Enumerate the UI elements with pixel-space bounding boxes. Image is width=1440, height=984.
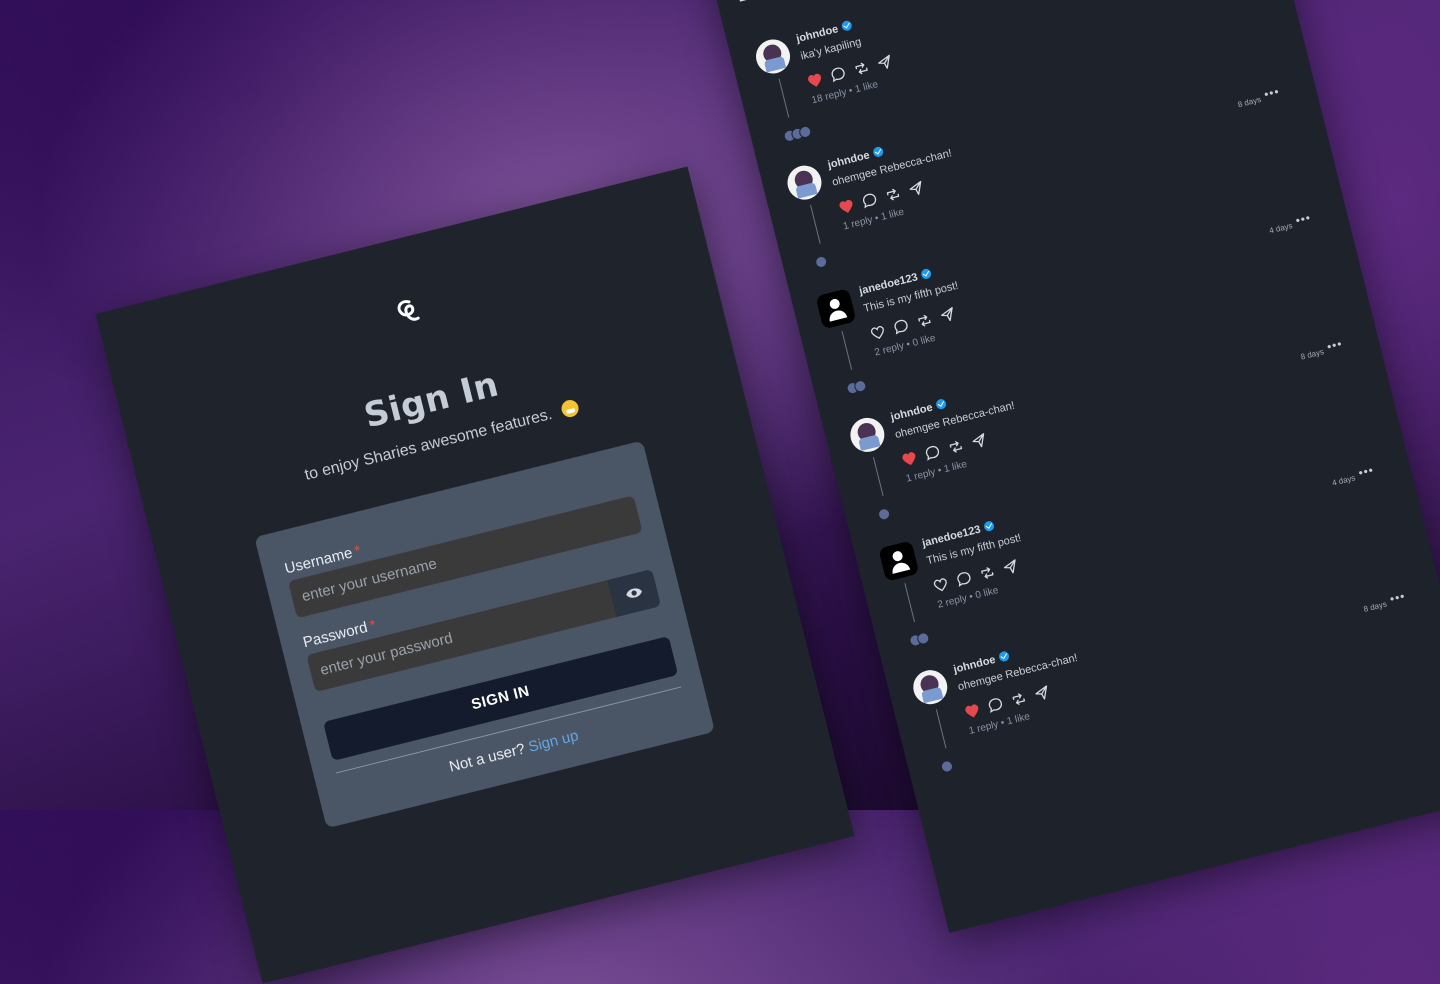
share-send-icon[interactable] bbox=[1032, 684, 1051, 703]
share-send-icon[interactable] bbox=[969, 431, 988, 450]
like-count[interactable]: 0 like bbox=[911, 333, 936, 349]
reply-count[interactable]: 2 reply bbox=[873, 341, 905, 359]
post-timestamp: 8 days bbox=[1299, 347, 1325, 362]
comment-icon[interactable] bbox=[986, 695, 1005, 714]
post-timestamp: 4 days bbox=[1331, 473, 1357, 488]
thread-line bbox=[810, 204, 821, 244]
like-count[interactable]: 1 like bbox=[880, 207, 905, 223]
signin-card: Sign In to enjoy Sharies awesome feature… bbox=[95, 166, 855, 984]
meta-separator: • bbox=[847, 85, 854, 97]
avatar[interactable] bbox=[846, 414, 888, 456]
like-heart-icon[interactable] bbox=[931, 575, 950, 594]
avatar[interactable] bbox=[815, 288, 857, 330]
like-heart-icon[interactable] bbox=[837, 196, 856, 215]
like-heart-icon[interactable] bbox=[963, 701, 982, 720]
thread-line bbox=[872, 456, 884, 497]
more-options-icon[interactable]: ••• bbox=[1263, 84, 1282, 101]
like-count[interactable]: 0 like bbox=[974, 585, 999, 601]
reply-count[interactable]: 2 reply bbox=[936, 593, 968, 611]
reply-avatar bbox=[813, 254, 829, 270]
thread-line bbox=[778, 78, 790, 118]
post-timestamp: 8 days bbox=[1362, 599, 1388, 614]
meta-separator: • bbox=[873, 212, 880, 225]
reply-count[interactable]: 1 reply bbox=[842, 214, 874, 232]
home-icon[interactable] bbox=[733, 0, 760, 4]
verified-badge-icon bbox=[871, 145, 885, 158]
signin-form: Username* enter your username Password* … bbox=[254, 440, 716, 829]
verified-badge-icon bbox=[934, 398, 947, 411]
more-options-icon[interactable]: ••• bbox=[1325, 336, 1344, 353]
like-count[interactable]: 1 like bbox=[943, 459, 968, 475]
comment-icon[interactable] bbox=[829, 65, 848, 84]
reply-avatar bbox=[939, 759, 955, 774]
comment-icon[interactable] bbox=[923, 443, 942, 462]
more-options-icon[interactable]: ••• bbox=[1388, 589, 1407, 606]
verified-badge-icon bbox=[920, 267, 933, 280]
show-password-eye-icon[interactable] bbox=[607, 569, 662, 618]
grin-emoji-icon bbox=[559, 398, 581, 419]
more-options-icon[interactable]: ••• bbox=[1294, 210, 1313, 227]
verified-badge-icon bbox=[840, 19, 853, 32]
reply-avatars bbox=[939, 759, 955, 774]
required-mark: * bbox=[352, 542, 363, 561]
app-logo-icon bbox=[385, 290, 429, 334]
avatar[interactable] bbox=[878, 540, 920, 582]
reply-avatars bbox=[908, 631, 931, 648]
reply-avatars bbox=[876, 506, 892, 522]
repost-icon[interactable] bbox=[978, 563, 997, 582]
avatar[interactable] bbox=[752, 35, 794, 78]
thread-line bbox=[935, 709, 947, 749]
share-send-icon[interactable] bbox=[938, 305, 957, 324]
meta-separator: • bbox=[905, 339, 912, 351]
repost-icon[interactable] bbox=[946, 437, 965, 456]
required-mark: * bbox=[368, 616, 378, 635]
post-timestamp: 4 days bbox=[1268, 221, 1294, 236]
reply-count[interactable]: 18 reply bbox=[811, 87, 848, 106]
avatar[interactable] bbox=[909, 666, 951, 708]
meta-separator: • bbox=[999, 717, 1006, 729]
like-count[interactable]: 1 like bbox=[854, 79, 879, 95]
repost-icon[interactable] bbox=[1009, 689, 1028, 708]
thread-line bbox=[841, 330, 853, 370]
signup-link[interactable]: Sign up bbox=[527, 727, 580, 756]
comment-icon[interactable] bbox=[860, 191, 879, 210]
like-count[interactable]: 1 like bbox=[1006, 711, 1031, 727]
like-heart-icon[interactable] bbox=[805, 70, 824, 89]
verified-badge-icon bbox=[997, 650, 1010, 663]
like-heart-icon[interactable] bbox=[868, 323, 887, 342]
signup-prompt-text: Not a user? bbox=[447, 740, 527, 776]
post-timestamp: 8 days bbox=[1236, 94, 1262, 110]
share-send-icon[interactable] bbox=[907, 179, 926, 198]
reply-count[interactable]: 1 reply bbox=[905, 467, 937, 485]
reply-avatars bbox=[813, 254, 829, 270]
meta-separator: • bbox=[936, 465, 943, 477]
comment-icon[interactable] bbox=[891, 317, 910, 336]
reply-count[interactable]: 1 reply bbox=[968, 719, 1000, 737]
reply-avatars bbox=[845, 378, 868, 396]
reply-avatars bbox=[782, 124, 813, 144]
repost-icon[interactable] bbox=[852, 59, 871, 78]
like-heart-icon[interactable] bbox=[900, 449, 919, 468]
comment-icon[interactable] bbox=[954, 569, 973, 588]
share-send-icon[interactable] bbox=[875, 53, 894, 72]
reply-avatar bbox=[876, 506, 892, 522]
thread-line bbox=[904, 583, 916, 623]
avatar[interactable] bbox=[783, 162, 826, 204]
share-send-icon[interactable] bbox=[1001, 557, 1020, 576]
verified-badge-icon bbox=[982, 520, 996, 533]
meta-separator: • bbox=[968, 591, 975, 603]
more-options-icon[interactable]: ••• bbox=[1357, 463, 1376, 480]
repost-icon[interactable] bbox=[915, 311, 934, 330]
repost-icon[interactable] bbox=[883, 185, 902, 204]
